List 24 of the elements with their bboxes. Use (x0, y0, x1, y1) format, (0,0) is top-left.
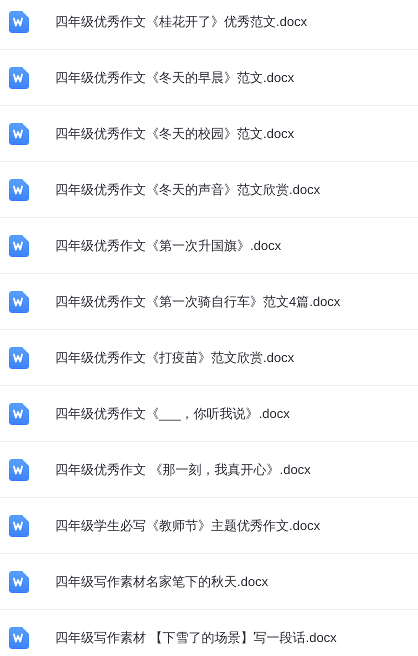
word-document-icon (9, 10, 29, 32)
file-name[interactable]: 四年级写作素材 【下雪了的场景】写一段话.docx (55, 628, 337, 648)
file-name[interactable]: 四年级优秀作文《桂花开了》优秀范文.docx (55, 12, 308, 32)
file-name[interactable]: 四年级优秀作文 《那一刻，我真开心》.docx (55, 460, 311, 480)
file-name[interactable]: 四年级优秀作文《第一次升国旗》.docx (55, 236, 282, 256)
word-document-icon (9, 514, 29, 536)
file-name[interactable]: 四年级优秀作文《___，你听我说》.docx (55, 404, 290, 424)
word-document-icon (9, 626, 29, 648)
file-name[interactable]: 四年级优秀作文《打疫苗》范文欣赏.docx (55, 348, 294, 368)
word-document-icon (9, 66, 29, 88)
file-name[interactable]: 四年级写作素材名家笔下的秋天.docx (55, 572, 268, 592)
word-document-icon (9, 346, 29, 368)
file-name[interactable]: 四年级优秀作文《冬天的校园》范文.docx (55, 124, 294, 144)
file-name[interactable]: 四年级优秀作文《第一次骑自行车》范文4篇.docx (55, 292, 340, 312)
file-name[interactable]: 四年级优秀作文《冬天的早晨》范文.docx (55, 68, 294, 88)
word-document-icon (9, 570, 29, 592)
word-document-icon (9, 122, 29, 144)
word-document-icon (9, 458, 29, 480)
word-document-icon (9, 178, 29, 200)
word-document-icon (9, 402, 29, 424)
word-document-icon (9, 290, 29, 312)
file-name[interactable]: 四年级优秀作文《冬天的声音》范文欣赏.docx (55, 180, 320, 200)
file-name[interactable]: 四年级学生必写《教师节》主题优秀作文.docx (55, 516, 320, 536)
word-document-icon (9, 234, 29, 256)
